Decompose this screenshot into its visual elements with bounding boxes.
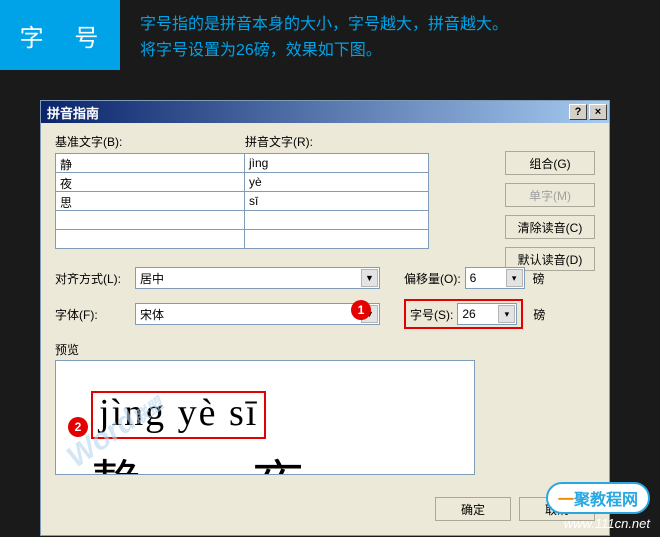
offset-label: 偏移量(O): — [404, 270, 461, 287]
ruby-text-cell[interactable]: sī — [244, 191, 429, 211]
clear-reading-button[interactable]: 清除读音(C) — [505, 215, 595, 239]
size-spinner[interactable]: 26 ▾ — [457, 303, 517, 325]
offset-unit: 磅 — [533, 270, 545, 287]
font-row: 字体(F): 宋体 ▼ 字号(S): 26 ▾ 磅 — [55, 299, 595, 329]
base-text-header: 基准文字(B): — [55, 133, 245, 150]
preview-box: 2 jìng yè sī 静 夜 思 — [55, 360, 475, 475]
dialog-titlebar: 拼音指南 ? × — [41, 101, 609, 123]
ruby-text-cell[interactable] — [244, 229, 429, 249]
help-button[interactable]: ? — [569, 104, 587, 120]
offset-spinner[interactable]: 6 ▾ — [465, 267, 525, 289]
dialog-body: 1 基准文字(B): 拼音文字(R): 静 jìng 夜 yè 思 sī — [41, 123, 609, 535]
column-headers: 基准文字(B): 拼音文字(R): — [55, 133, 595, 150]
preview-hanzi-text: 静 夜 思 — [91, 443, 474, 475]
alignment-row: 对齐方式(L): 居中 ▼ 偏移量(O): 6 ▾ 磅 — [55, 267, 595, 289]
spinner-icon[interactable]: ▾ — [506, 269, 523, 287]
single-char-button[interactable]: 单字(M) — [505, 183, 595, 207]
spinner-icon[interactable]: ▾ — [498, 305, 515, 323]
size-value: 26 — [462, 307, 475, 321]
alignment-label: 对齐方式(L): — [55, 270, 129, 287]
combine-button[interactable]: 组合(G) — [505, 151, 595, 175]
base-text-cell[interactable]: 夜 — [55, 172, 245, 192]
ruby-text-header: 拼音文字(R): — [245, 133, 313, 150]
font-combo[interactable]: 宋体 ▼ — [135, 303, 380, 325]
ruby-text-cell[interactable]: yè — [244, 172, 429, 192]
base-text-cell[interactable] — [55, 210, 245, 230]
base-text-cell[interactable]: 思 — [55, 191, 245, 211]
alignment-combo[interactable]: 居中 ▼ — [135, 267, 380, 289]
banner-line-1: 字号指的是拼音本身的大小，字号越大，拼音越大。 — [140, 12, 660, 38]
dialog-action-buttons: 确定 取消 — [435, 497, 595, 521]
cancel-button[interactable]: 取消 — [519, 497, 595, 521]
size-label: 字号(S): — [410, 306, 453, 323]
ruby-text-cell[interactable]: jìng — [244, 153, 429, 173]
size-unit: 磅 — [533, 306, 545, 323]
banner-line-2: 将字号设置为26磅，效果如下图。 — [140, 38, 660, 64]
base-text-cell[interactable] — [55, 229, 245, 249]
instruction-banner: 字 号 字号指的是拼音本身的大小，字号越大，拼音越大。 将字号设置为26磅，效果… — [0, 0, 660, 70]
ruby-guide-dialog: 拼音指南 ? × 1 基准文字(B): 拼音文字(R): 静 jìng 夜 yè… — [40, 100, 610, 536]
chevron-down-icon[interactable]: ▼ — [361, 269, 378, 287]
offset-value: 6 — [470, 271, 477, 285]
font-label: 字体(F): — [55, 306, 129, 323]
dialog-title: 拼音指南 — [47, 103, 99, 122]
callout-marker-2: 2 — [68, 417, 88, 437]
side-button-group: 组合(G) 单字(M) 清除读音(C) 默认读音(D) — [505, 151, 595, 271]
base-text-cell[interactable]: 静 — [55, 153, 245, 173]
callout-marker-1: 1 — [351, 300, 371, 320]
banner-tab: 字 号 — [0, 0, 120, 70]
alignment-value: 居中 — [140, 270, 164, 287]
preview-label: 预览 — [55, 341, 595, 358]
ok-button[interactable]: 确定 — [435, 497, 511, 521]
close-button[interactable]: × — [589, 104, 607, 120]
preview-pinyin-text: jìng yè sī — [91, 391, 266, 439]
banner-description: 字号指的是拼音本身的大小，字号越大，拼音越大。 将字号设置为26磅，效果如下图。 — [120, 0, 660, 63]
ruby-text-cell[interactable] — [244, 210, 429, 230]
font-value: 宋体 — [140, 306, 164, 323]
